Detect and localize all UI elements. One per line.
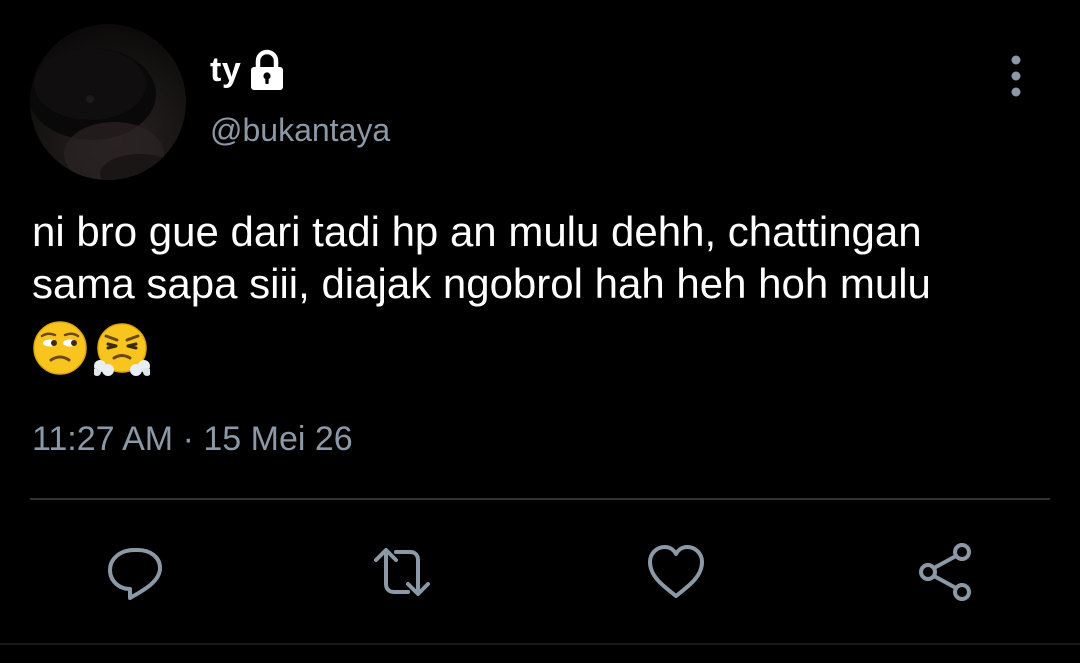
tweet-text-line: sama sapa siii, diajak ngobrol hah heh h… xyxy=(32,260,931,307)
author-name-row: ty xyxy=(210,44,287,96)
heart-icon xyxy=(644,540,708,604)
tweet-time: 11:27 AM xyxy=(32,420,174,458)
avatar[interactable] xyxy=(30,24,186,180)
share-icon xyxy=(914,540,978,604)
lock-icon xyxy=(247,48,287,92)
face-with-steam-from-nose-emoji xyxy=(93,320,151,376)
reply-button[interactable] xyxy=(104,540,168,604)
retweet-icon xyxy=(370,540,434,604)
more-vertical-icon[interactable] xyxy=(996,52,1036,100)
bottom-divider xyxy=(0,643,1080,645)
meta-separator: · xyxy=(182,420,194,458)
author-display-name[interactable]: ty xyxy=(210,51,241,90)
tweet-emojis xyxy=(32,320,151,376)
retweet-button[interactable] xyxy=(370,540,434,604)
tweet-text-line: ni bro gue dari tadi hp an mulu dehh, ch… xyxy=(32,208,922,255)
share-button[interactable] xyxy=(914,540,978,604)
tweet-date: 15 Mei 26 xyxy=(203,420,353,458)
divider xyxy=(30,498,1050,500)
unamused-face-emoji xyxy=(32,320,88,376)
tweet-timestamp[interactable]: 11:27 AM · 15 Mei 26 xyxy=(32,420,353,459)
tweet-text: ni bro gue dari tadi hp an mulu dehh, ch… xyxy=(32,206,1072,310)
reply-icon xyxy=(104,540,168,604)
like-button[interactable] xyxy=(644,540,708,604)
author-handle[interactable]: @bukantaya xyxy=(210,112,390,149)
